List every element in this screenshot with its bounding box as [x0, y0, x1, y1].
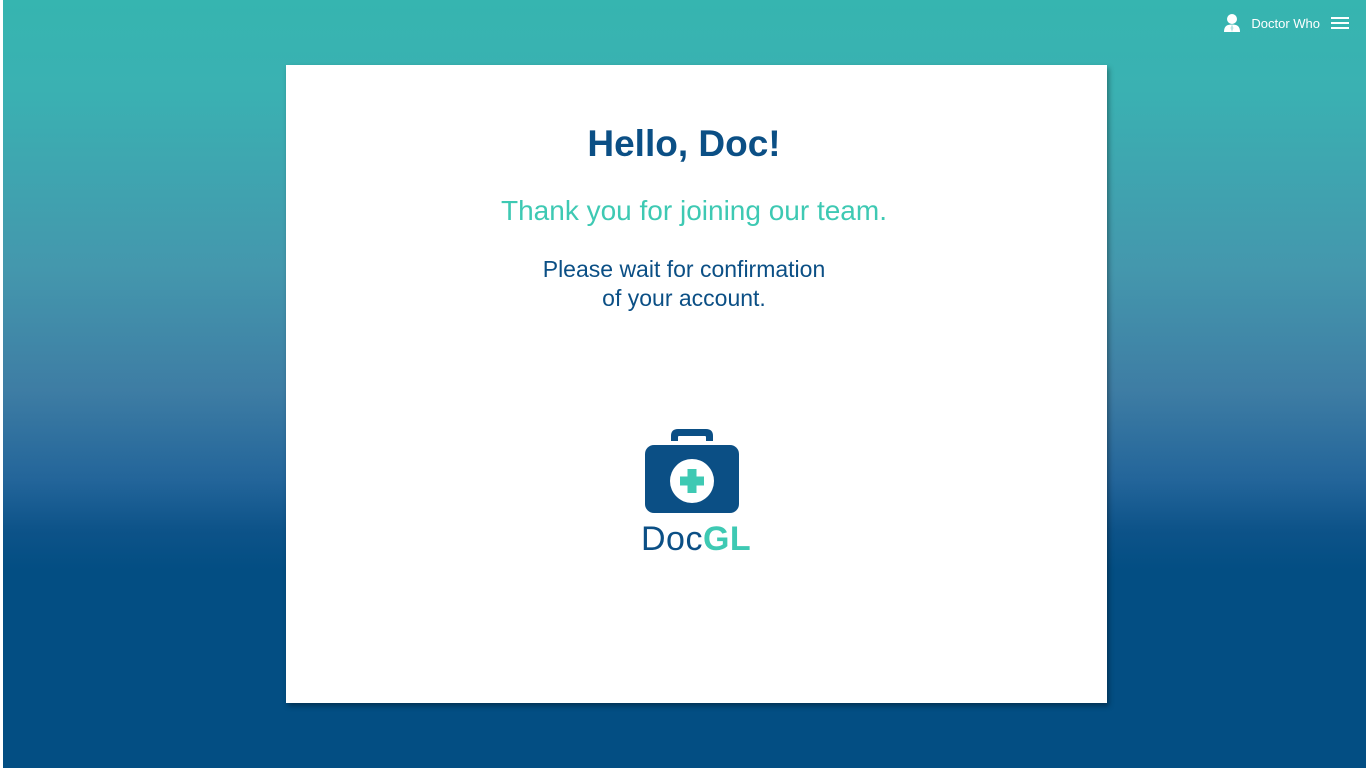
user-name-link[interactable]: Doctor Who [1251, 16, 1320, 31]
top-bar: Doctor Who [1223, 10, 1350, 36]
welcome-subtitle: Thank you for joining our team. [501, 195, 887, 226]
user-icon[interactable] [1223, 13, 1241, 33]
confirmation-message: Please wait for confirmation of your acc… [286, 255, 1082, 313]
logo-text-doc: Doc [641, 520, 703, 558]
confirmation-message-line2: of your account. [602, 285, 766, 311]
logo-text: DocGL [641, 520, 751, 559]
logo-text-gl: GL [702, 520, 752, 558]
medical-kit-icon [645, 429, 739, 513]
confirmation-message-line1: Please wait for confirmation [542, 256, 826, 282]
docgl-logo: DocGL [641, 427, 751, 562]
hamburger-menu-icon[interactable] [1330, 15, 1350, 31]
page-title: Hello, Doc! [587, 123, 781, 164]
welcome-card: Hello, Doc! Thank you for joining our te… [286, 65, 1107, 703]
